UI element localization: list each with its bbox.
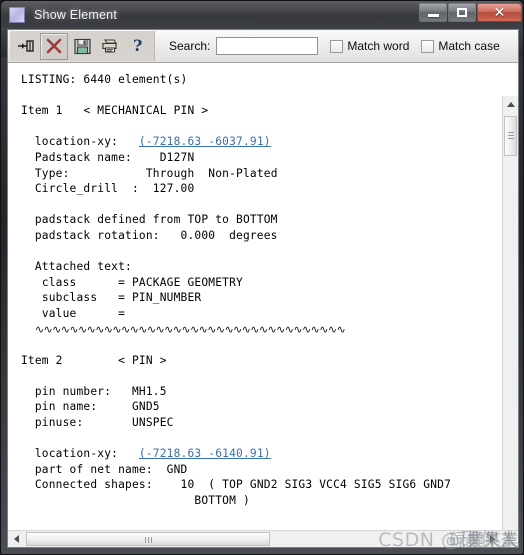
item1-location-xy-link[interactable]: (-7218.63 -6037.91): [139, 135, 271, 148]
horizontal-scroll-thumb[interactable]: [26, 532, 270, 546]
item2-field2-key-0: location-xy:: [34, 447, 119, 461]
vertical-scroll-thumb[interactable]: [504, 116, 517, 156]
match-word-label: Match word: [347, 39, 410, 53]
question-mark-icon: ?: [130, 37, 146, 56]
minimize-button[interactable]: [419, 3, 447, 22]
chevron-right-icon: [490, 535, 495, 543]
item1-field-key-3: Circle_drill :: [34, 182, 139, 196]
search-label: Search:: [169, 39, 211, 53]
print-button[interactable]: [96, 33, 124, 60]
listing-pane: LISTING: 6440 element(s) Item 1 < MECHAN…: [8, 63, 518, 547]
close-listing-button[interactable]: [40, 32, 68, 60]
maximize-button[interactable]: [448, 3, 476, 22]
item1-attr-val-1: PIN_NUMBER: [131, 291, 202, 305]
pin-button[interactable]: [12, 33, 40, 60]
item2-field2-val-3: BOTTOM ): [194, 494, 250, 508]
client-area: ? Search: Match word Match case LISTING:…: [7, 29, 519, 548]
item-separator: ∿∿∿∿∿∿∿∿∿∿∿∿∿∿∿∿∿∿∿∿∿∿∿∿∿∿∿∿∿∿∿∿∿∿∿∿: [34, 322, 346, 336]
svg-text:?: ?: [133, 37, 142, 55]
close-icon: ✕: [493, 4, 506, 21]
scroll-right-button[interactable]: [484, 531, 501, 547]
item1-attached-text-label: Attached text:: [34, 260, 132, 274]
item1-field-val-1: D127N: [159, 150, 195, 164]
item2-field-key-2: pinuse:: [34, 416, 84, 430]
scroll-left-button[interactable]: [8, 531, 25, 547]
chevron-left-icon: [14, 535, 19, 543]
item2-field2-val-2: 10 ( TOP GND2 SIG3 VCC4 SIG5 SIG6 GND7: [180, 478, 452, 492]
search-input[interactable]: [216, 37, 319, 55]
item2-field-val-0: MH1.5: [131, 384, 167, 398]
match-case-label: Match case: [438, 39, 500, 53]
item2-field-key-0: pin number:: [34, 384, 112, 398]
item2-field-val-1: GND5: [131, 400, 160, 414]
item2-location-xy-link[interactable]: (-7218.63 -6140.91): [139, 447, 271, 460]
match-case-checkbox[interactable]: Match case: [421, 39, 500, 53]
vertical-scrollbar[interactable]: [502, 96, 518, 547]
listing-header: LISTING: 6440 element(s): [21, 73, 188, 86]
checkbox-box-match-word[interactable]: [330, 39, 344, 53]
app-icon: [9, 6, 25, 23]
search-input-field[interactable]: [219, 39, 318, 53]
close-x-icon: [45, 37, 63, 55]
item2-field-val-2: UNSPEC: [132, 416, 174, 430]
maximize-icon: [449, 4, 475, 21]
save-button[interactable]: [68, 33, 96, 60]
window-controls: ✕: [418, 2, 522, 23]
item1-note-1: padstack rotation: 0.000 degrees: [34, 228, 278, 242]
toolbar: ? Search: Match word Match case: [8, 30, 518, 63]
item2-type: < PIN >: [118, 353, 167, 367]
item1-field-key-1: Padstack name:: [34, 150, 132, 164]
pin-icon: [16, 37, 36, 55]
listing-text-area[interactable]: LISTING: 6440 element(s) Item 1 < MECHAN…: [9, 64, 501, 530]
printer-icon: [100, 37, 120, 55]
item1-field-key-2: Type:: [34, 166, 70, 180]
item2-field-key-1: pin name:: [34, 400, 98, 414]
minimize-icon: [420, 4, 446, 21]
item2-field2-key-2: Connected shapes:: [34, 478, 153, 492]
item1-index: Item 1: [21, 104, 63, 118]
toolbar-button-group: ?: [10, 31, 155, 61]
item1-field-val-3: 127.00: [152, 182, 195, 196]
item1-type: < MECHANICAL PIN >: [83, 104, 209, 118]
item1-field-key-0: location-xy:: [34, 135, 119, 149]
match-word-checkbox[interactable]: Match word: [330, 39, 409, 53]
item1-attr-key-1: subclass: [41, 291, 98, 305]
window-title: Show Element: [34, 7, 117, 22]
item1-attr-val-0: PACKAGE GEOMETRY: [131, 275, 243, 289]
item1-attr-key-2: value: [41, 306, 77, 320]
help-button[interactable]: ?: [124, 33, 152, 60]
item2-field2-val-1: GND: [166, 462, 188, 476]
show-element-window: Show Element ✕ ? Search: Match word Matc…: [0, 0, 524, 555]
horizontal-scrollbar[interactable]: [8, 530, 518, 547]
item1-note-0: padstack defined from TOP to BOTTOM: [34, 213, 278, 227]
item2-field2-key-1: part of net name:: [34, 462, 153, 476]
scroll-up-button[interactable]: [503, 96, 518, 113]
checkbox-box-match-case[interactable]: [421, 39, 435, 53]
item1-field-val-2: Through Non-Plated: [145, 166, 278, 180]
item2-index: Item 2: [21, 353, 63, 367]
floppy-disk-icon: [73, 37, 92, 56]
chevron-up-icon: [507, 102, 515, 107]
close-button[interactable]: ✕: [477, 3, 522, 22]
hscroll-thumb-grip: [145, 537, 152, 543]
listing-content: LISTING: 6440 element(s) Item 1 < MECHAN…: [21, 73, 452, 508]
item1-attr-key-0: class: [41, 275, 77, 289]
title-bar[interactable]: Show Element ✕: [1, 1, 523, 28]
scroll-thumb-grip: [508, 132, 514, 139]
